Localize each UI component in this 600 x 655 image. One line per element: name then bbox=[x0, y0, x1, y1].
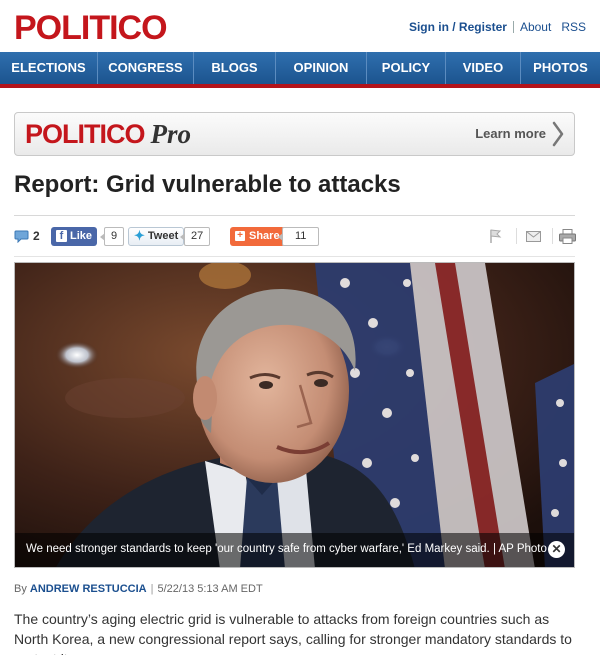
share-count: 11 bbox=[277, 226, 320, 246]
divider bbox=[552, 228, 553, 244]
pro-logo-text: POLITICO bbox=[25, 119, 145, 149]
facebook-icon: f bbox=[56, 230, 67, 242]
divider bbox=[14, 256, 575, 257]
nav-item-policy[interactable]: POLICY bbox=[367, 52, 446, 84]
tweet-count: 27 bbox=[179, 226, 211, 246]
chevron-right-icon bbox=[552, 121, 564, 147]
print-icon bbox=[558, 228, 576, 244]
politico-pro-banner[interactable]: POLITICO Pro Learn more bbox=[14, 112, 575, 156]
flag-button[interactable] bbox=[484, 226, 506, 246]
learn-more-button[interactable]: Learn more bbox=[475, 121, 564, 147]
flag-icon bbox=[490, 229, 502, 243]
tweet-count-box: 27 bbox=[179, 226, 211, 246]
print-button[interactable] bbox=[556, 226, 578, 246]
nav-item-blogs[interactable]: BLOGS bbox=[194, 52, 276, 84]
byline: By ANDREW RESTUCCIA | 5/22/13 5:13 AM EDT bbox=[14, 583, 263, 595]
email-button[interactable] bbox=[522, 226, 544, 246]
rss-link[interactable]: RSS bbox=[561, 20, 586, 34]
caption-text: We need stronger standards to keep 'our … bbox=[26, 543, 547, 555]
main-nav: ELECTIONS CONGRESS BLOGS OPINION POLICY … bbox=[0, 52, 600, 88]
share-label: Share bbox=[249, 230, 280, 242]
comment-count: 2 bbox=[33, 229, 40, 243]
nav-item-congress[interactable]: CONGRESS bbox=[98, 52, 194, 84]
byline-prefix: By bbox=[14, 583, 27, 595]
divider bbox=[14, 215, 575, 216]
like-label: Like bbox=[70, 230, 93, 242]
close-icon[interactable]: ✕ bbox=[548, 541, 565, 558]
photo-caption: We need stronger standards to keep 'our … bbox=[15, 533, 574, 567]
comments-button[interactable]: 2 bbox=[14, 226, 40, 246]
email-icon bbox=[525, 230, 541, 242]
facebook-like-button[interactable]: f Like bbox=[51, 226, 98, 246]
learn-more-label: Learn more bbox=[475, 126, 546, 141]
share-button[interactable]: + Share bbox=[230, 226, 285, 246]
timestamp: 5/22/13 5:13 AM EDT bbox=[157, 583, 263, 595]
account-links: Sign in / Register About RSS bbox=[409, 20, 586, 34]
photo-image bbox=[15, 263, 574, 567]
signin-register-link[interactable]: Sign in / Register bbox=[409, 20, 507, 34]
comment-icon bbox=[14, 230, 29, 243]
author-link[interactable]: ANDREW RESTUCCIA bbox=[30, 583, 147, 595]
article-photo[interactable]: We need stronger standards to keep 'our … bbox=[14, 262, 575, 568]
like-count-box: 9 bbox=[99, 226, 125, 246]
byline-separator: | bbox=[150, 583, 154, 595]
about-link[interactable]: About bbox=[520, 20, 551, 34]
share-plus-icon: + bbox=[235, 231, 245, 241]
politico-pro-logo: POLITICO Pro bbox=[25, 119, 191, 149]
nav-item-elections[interactable]: ELECTIONS bbox=[0, 52, 98, 84]
article-body: The country’s aging electric grid is vul… bbox=[14, 611, 572, 655]
tweet-label: Tweet bbox=[147, 230, 179, 242]
site-header: POLITICO Sign in / Register About RSS bbox=[0, 0, 600, 52]
tweet-button[interactable]: ✦ Tweet bbox=[128, 226, 185, 246]
nav-item-opinion[interactable]: OPINION bbox=[276, 52, 367, 84]
share-bar: 2 f Like 9 ✦ Tweet 27 + Share 11 bbox=[14, 226, 578, 246]
like-count: 9 bbox=[99, 226, 125, 246]
nav-item-photos[interactable]: PHOTOS bbox=[521, 52, 600, 84]
twitter-icon: ✦ bbox=[134, 228, 145, 243]
share-count-box: 11 bbox=[277, 226, 320, 246]
nav-item-video[interactable]: VIDEO bbox=[446, 52, 521, 84]
article-headline: Report: Grid vulnerable to attacks bbox=[14, 171, 401, 198]
pro-logo-suffix: Pro bbox=[150, 119, 192, 149]
politico-logo[interactable]: POLITICO bbox=[14, 8, 168, 48]
divider bbox=[516, 228, 517, 244]
divider bbox=[512, 21, 514, 33]
